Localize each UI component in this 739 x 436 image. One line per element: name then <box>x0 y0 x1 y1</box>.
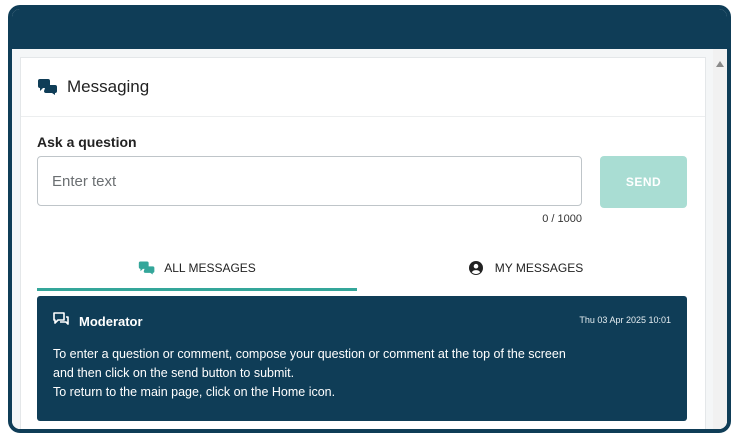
tab-all-messages[interactable]: ALL MESSAGES <box>37 248 357 291</box>
message-body: To enter a question or comment, compose … <box>53 345 673 402</box>
messaging-panel: Messaging Ask a question SEND 0 / 1000 A… <box>20 57 706 429</box>
character-count: 0 / 1000 <box>542 213 582 225</box>
message-timestamp: Thu 03 Apr 2025 10:01 <box>579 315 671 325</box>
message-card: Moderator Thu 03 Apr 2025 10:01 To enter… <box>37 296 687 421</box>
scroll-up-arrow-icon[interactable] <box>716 61 724 67</box>
message-header: Moderator <box>53 312 143 331</box>
panel-header: Messaging <box>21 58 705 117</box>
vertical-scrollbar[interactable] <box>713 49 727 429</box>
question-input[interactable] <box>37 156 582 206</box>
user-circle-icon <box>468 261 487 275</box>
tab-my-messages[interactable]: MY MESSAGES <box>361 248 691 288</box>
message-line: To enter a question or comment, compose … <box>53 347 566 361</box>
message-author: Moderator <box>79 314 143 329</box>
content-scroll-area: Messaging Ask a question SEND 0 / 1000 A… <box>12 49 727 429</box>
message-line: and then click on the send button to sub… <box>53 366 295 380</box>
ask-question-label: Ask a question <box>37 134 137 150</box>
tab-label: ALL MESSAGES <box>164 261 256 275</box>
chat-bubbles-icon <box>138 261 156 275</box>
app-frame: Messaging Ask a question SEND 0 / 1000 A… <box>8 5 731 433</box>
message-line: To return to the main page, click on the… <box>53 385 336 399</box>
tab-label: MY MESSAGES <box>494 261 584 275</box>
send-button[interactable]: SEND <box>600 156 687 208</box>
panel-title: Messaging <box>67 77 150 96</box>
moderator-chat-icon <box>53 312 69 331</box>
top-bar <box>12 9 727 49</box>
chat-bubbles-icon <box>37 79 59 95</box>
